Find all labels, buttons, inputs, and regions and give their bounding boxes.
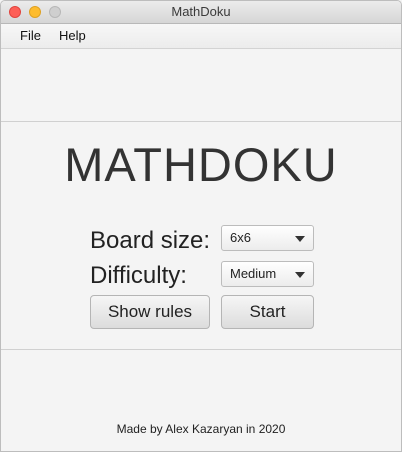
bottom-divider bbox=[1, 349, 401, 350]
footer-credit: Made by Alex Kazaryan in 2020 bbox=[116, 422, 286, 436]
app-title: MATHDOKU bbox=[64, 138, 338, 191]
menu-file[interactable]: File bbox=[16, 24, 45, 48]
menu-help[interactable]: Help bbox=[55, 24, 90, 48]
board-size-select[interactable]: 6x6 bbox=[221, 225, 314, 251]
start-button[interactable]: Start bbox=[221, 295, 314, 329]
top-divider bbox=[1, 121, 401, 122]
difficulty-select[interactable]: Medium bbox=[221, 261, 314, 287]
menu-bar: File Help bbox=[1, 24, 401, 49]
dropdown-caret-icon bbox=[295, 272, 305, 278]
show-rules-button[interactable]: Show rules bbox=[90, 295, 210, 329]
difficulty-value: Medium bbox=[230, 266, 277, 281]
board-size-value: 6x6 bbox=[230, 230, 251, 245]
app-window: MathDoku File Help MATHDOKU Board size: … bbox=[0, 0, 402, 452]
window-title: MathDoku bbox=[171, 4, 231, 19]
dropdown-caret-icon bbox=[295, 236, 305, 242]
board-size-label: Board size: bbox=[90, 227, 211, 254]
title-bar[interactable]: MathDoku bbox=[1, 1, 401, 24]
difficulty-label: Difficulty: bbox=[90, 262, 187, 289]
